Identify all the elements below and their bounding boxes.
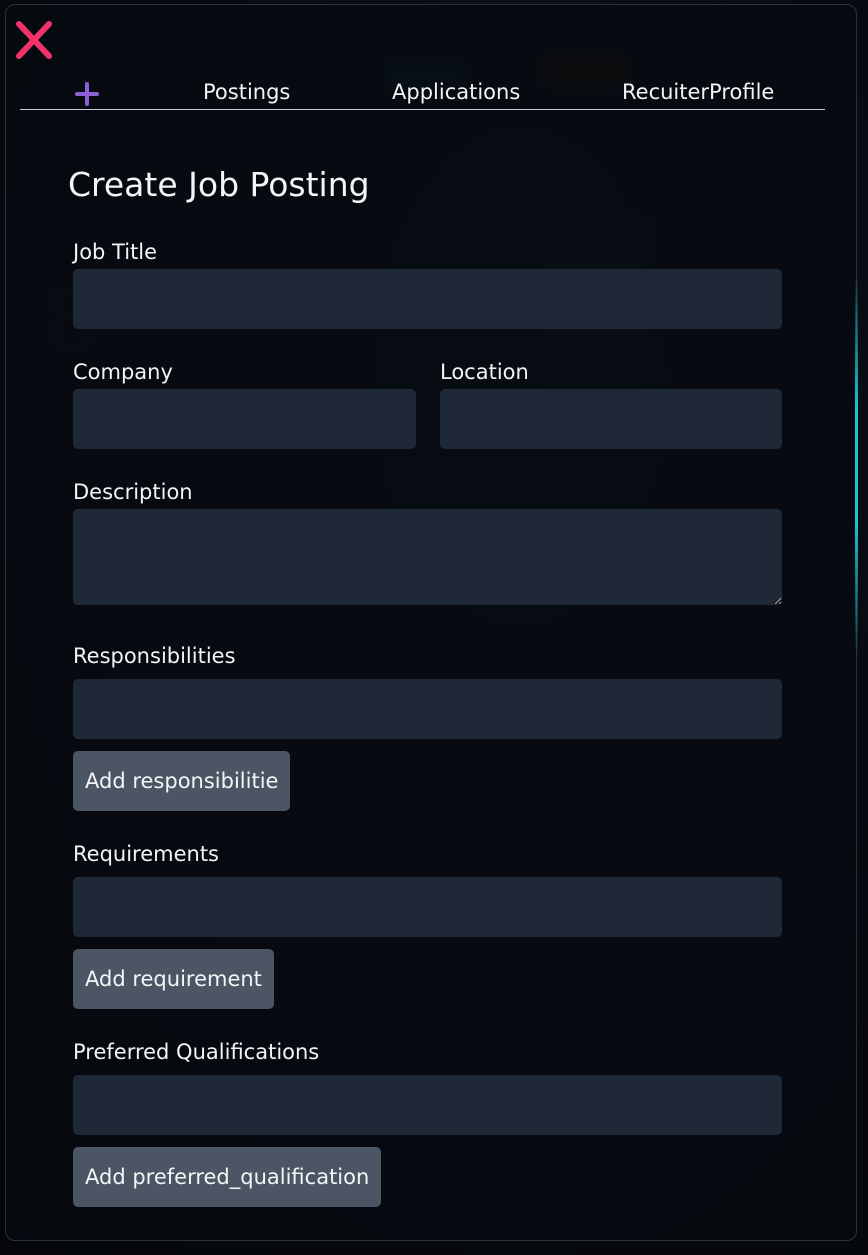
- responsibilities-input[interactable]: [73, 679, 782, 739]
- add-preferred-qualification-button[interactable]: Add preferred_qualification: [73, 1147, 382, 1207]
- preferred-qualifications-label: Preferred Qualifications: [73, 1040, 320, 1064]
- tab-applications[interactable]: Applications: [392, 80, 520, 104]
- modal-scrollbar[interactable]: [855, 275, 858, 655]
- responsibilities-label: Responsibilities: [73, 644, 236, 668]
- add-responsibility-button[interactable]: Add responsibilitie: [73, 751, 291, 811]
- location-input[interactable]: [440, 389, 782, 449]
- company-input[interactable]: [73, 389, 416, 449]
- requirements-label: Requirements: [73, 842, 219, 866]
- description-label: Description: [73, 480, 193, 504]
- location-label: Location: [440, 360, 529, 384]
- close-icon[interactable]: [14, 19, 54, 61]
- plus-icon[interactable]: [75, 82, 99, 106]
- preferred-qualifications-input[interactable]: [73, 1075, 782, 1135]
- add-requirement-button[interactable]: Add requirement: [73, 949, 274, 1009]
- company-label: Company: [73, 360, 173, 384]
- tab-recruiter-profile[interactable]: RecuiterProfile: [622, 80, 774, 104]
- modal-nav: Postings Applications RecuiterProfile: [20, 76, 825, 110]
- description-textarea[interactable]: [73, 509, 782, 605]
- tab-postings[interactable]: Postings: [203, 80, 290, 104]
- page-title: Create Job Posting: [68, 165, 370, 204]
- requirements-input[interactable]: [73, 877, 782, 937]
- job-title-label: Job Title: [73, 240, 158, 264]
- job-title-input[interactable]: [73, 269, 782, 329]
